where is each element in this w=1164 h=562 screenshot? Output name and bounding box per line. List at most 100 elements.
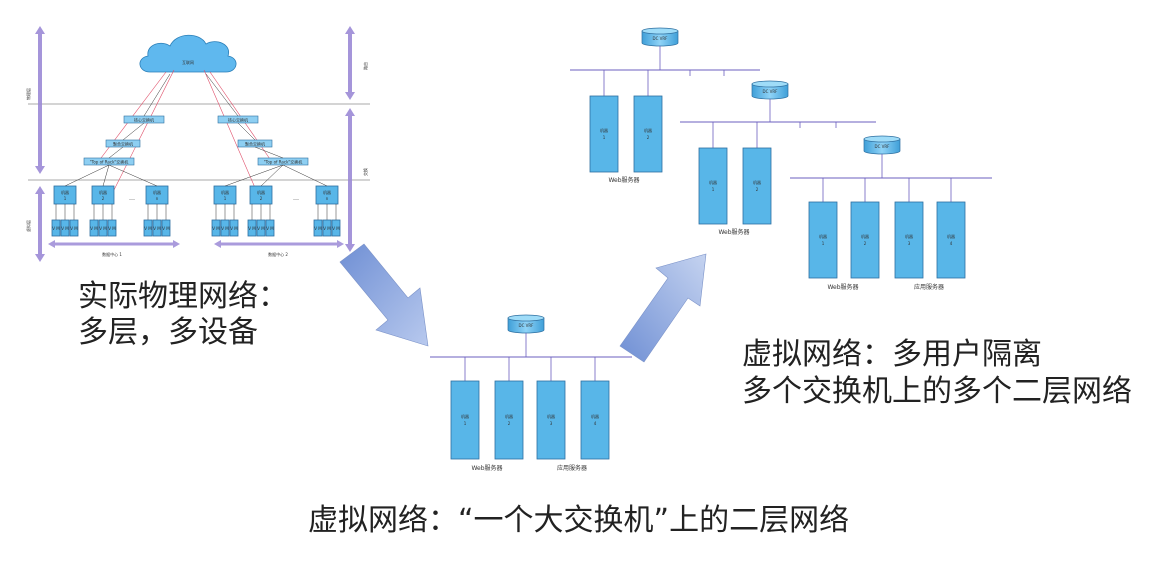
uplink-line	[113, 69, 175, 191]
tenant-3-machine-number: 2	[864, 241, 867, 246]
tenant-3-web-servers-label: Web服务器	[827, 283, 858, 291]
virtual-multi-caption-subtitle: 多个交换机上的多个二层网络	[742, 374, 1132, 409]
tenant-1-machine-number: 2	[647, 135, 650, 140]
physical-machine-label: 机器	[221, 189, 229, 195]
vm-label: V M	[212, 226, 220, 231]
tenant-1-vrf-router-top	[641, 27, 679, 35]
tenant-1-machine-number: 1	[603, 135, 606, 140]
vm-label: V M	[144, 226, 152, 231]
vm-label: V M	[90, 226, 98, 231]
tenant-3-machine	[894, 201, 924, 279]
physical-machine-label: 机器	[323, 189, 331, 195]
arrow-to-single-switch	[339, 243, 429, 347]
tenant-1-vrf-router-label: DC VRF	[653, 36, 669, 41]
physical-machine-label: 机器	[99, 189, 107, 195]
aggregation-switch-left-label: 聚合交换机	[113, 141, 133, 147]
vm-label: V M	[153, 226, 161, 231]
aggregation-switch-right-label: 聚合交换机	[245, 141, 265, 147]
physical-machine-number: 2	[260, 196, 263, 201]
tenant-3-vrf-router-top	[863, 135, 901, 143]
tenant-1-machine-label: 机器	[644, 127, 652, 133]
single-app-servers-label: 应用服务器	[557, 464, 587, 472]
physical-machine-label: 机器	[153, 189, 161, 195]
tor-switch-right-label: "Top of Rack"交换机	[264, 159, 303, 165]
machine-tor-link	[108, 164, 158, 187]
tenant-2-machine-number: 2	[756, 187, 759, 192]
physical-network-diagram: 路由物理层虚拟层 交换 互联网核心交换机 核心交换机聚合交换机 聚合交换机 "Top of…	[25, 26, 370, 262]
vm-label: V M	[323, 226, 331, 231]
single-machine-number: 4	[594, 421, 597, 426]
machine-ellipsis: …	[129, 195, 135, 202]
physical-machine-number: 1	[64, 196, 67, 201]
link-line	[108, 146, 124, 159]
vm-label: V M	[314, 226, 322, 231]
single-vrf-router-label: DC VRF	[519, 323, 535, 328]
slide: 路由 物理层 虚拟层 交换 互联网 核心交换机 核心交换机 聚合交换机 聚合交换机 "Top of…	[0, 0, 1164, 558]
tenant-2-machine-label: 机器	[709, 179, 717, 185]
vm-label: V M	[99, 226, 107, 231]
physical-machine	[91, 185, 115, 205]
tenant-3-machine	[850, 201, 880, 279]
internet-cloud	[139, 34, 237, 73]
core-switch-right-label: 核心交换机	[228, 117, 248, 123]
physical-machine	[315, 185, 339, 205]
physical-machine	[249, 185, 273, 205]
vm-label: V M	[257, 226, 265, 231]
side-label-switching: 交换	[362, 168, 368, 176]
core-switch-left-label: 核心交换机	[134, 117, 154, 123]
machine-ellipsis: …	[293, 195, 299, 202]
physical-machine-number: n	[156, 196, 159, 201]
tenant-3-app-servers-label: 应用服务器	[914, 283, 944, 291]
vm-label: V M	[332, 226, 340, 231]
link-line	[237, 122, 256, 141]
tenant-3-machine-number: 3	[908, 241, 911, 246]
vm-label: V M	[108, 226, 116, 231]
tenant-1-machine	[589, 95, 619, 173]
virtual-multi-caption-title: 虚拟网络：多用户隔离	[742, 337, 1042, 372]
tenant-2-vrf-router-label: DC VRF	[763, 89, 779, 94]
single-machine-number: 1	[464, 421, 467, 426]
physical-machine-number: 2	[102, 196, 105, 201]
tenant-2-machine-label: 机器	[753, 179, 761, 185]
tenant-1-machine-label: 机器	[600, 127, 608, 133]
side-arrow-left-top	[35, 26, 45, 174]
side-label-physical: 物理层	[25, 88, 31, 100]
tenant-3-machine-number: 1	[822, 241, 825, 246]
vm-label: V M	[61, 226, 69, 231]
transition-arrows	[339, 243, 707, 363]
physical-machine-number: n	[326, 196, 329, 201]
single-switch-network: DC VRF 机器 1 机器 2 机器 3 机器 4 Web服务器 应用服务器	[430, 314, 632, 472]
tor-switch-left-label: "Top of Rack"交换机	[90, 159, 129, 165]
vm-label: V M	[52, 226, 60, 231]
physical-machine-number: 1	[224, 196, 227, 201]
tenant-3-machine	[808, 201, 838, 279]
single-machine	[494, 380, 524, 460]
tenant-1-web-servers-label: Web服务器	[608, 176, 639, 184]
link-line	[205, 73, 239, 117]
machine-tor-link	[282, 164, 328, 187]
physical-machine	[213, 185, 237, 205]
single-machine-label: 机器	[591, 413, 599, 419]
multi-switch-network: DC VRF 机器 1 机器 2 Web服务器 DC VRF 机器 1 机器 2 Web服务器 DC V…	[570, 27, 992, 291]
tenant-3-machine-label: 机器	[947, 233, 955, 239]
machine-tor-link	[224, 164, 284, 187]
link-line	[143, 73, 171, 117]
tenant-3-machine-label: 机器	[905, 233, 913, 239]
tenant-3-vrf-router-label: DC VRF	[875, 144, 891, 149]
single-machine-number: 2	[508, 421, 511, 426]
internet-cloud-label: 互联网	[182, 59, 194, 65]
tenant-2-machine	[742, 147, 772, 225]
arrow-to-multi-switch	[619, 253, 707, 363]
physical-machine-label: 机器	[257, 189, 265, 195]
tenant-2-machine-number: 1	[712, 187, 715, 192]
virtual-single-caption: 虚拟网络：“一个大交换机”上的二层网络	[308, 503, 850, 538]
single-machine-label: 机器	[547, 413, 555, 419]
single-web-servers-label: Web服务器	[471, 464, 502, 472]
link-line	[122, 122, 145, 141]
tenant-3-machine	[936, 201, 966, 279]
physical-caption-subtitle: 多层，多设备	[78, 315, 258, 350]
datacenter-2-label: 数据中心 2	[268, 251, 288, 257]
physical-machine	[145, 185, 169, 205]
side-arrow-left-bottom	[35, 186, 45, 262]
tenant-3-machine-label: 机器	[819, 233, 827, 239]
